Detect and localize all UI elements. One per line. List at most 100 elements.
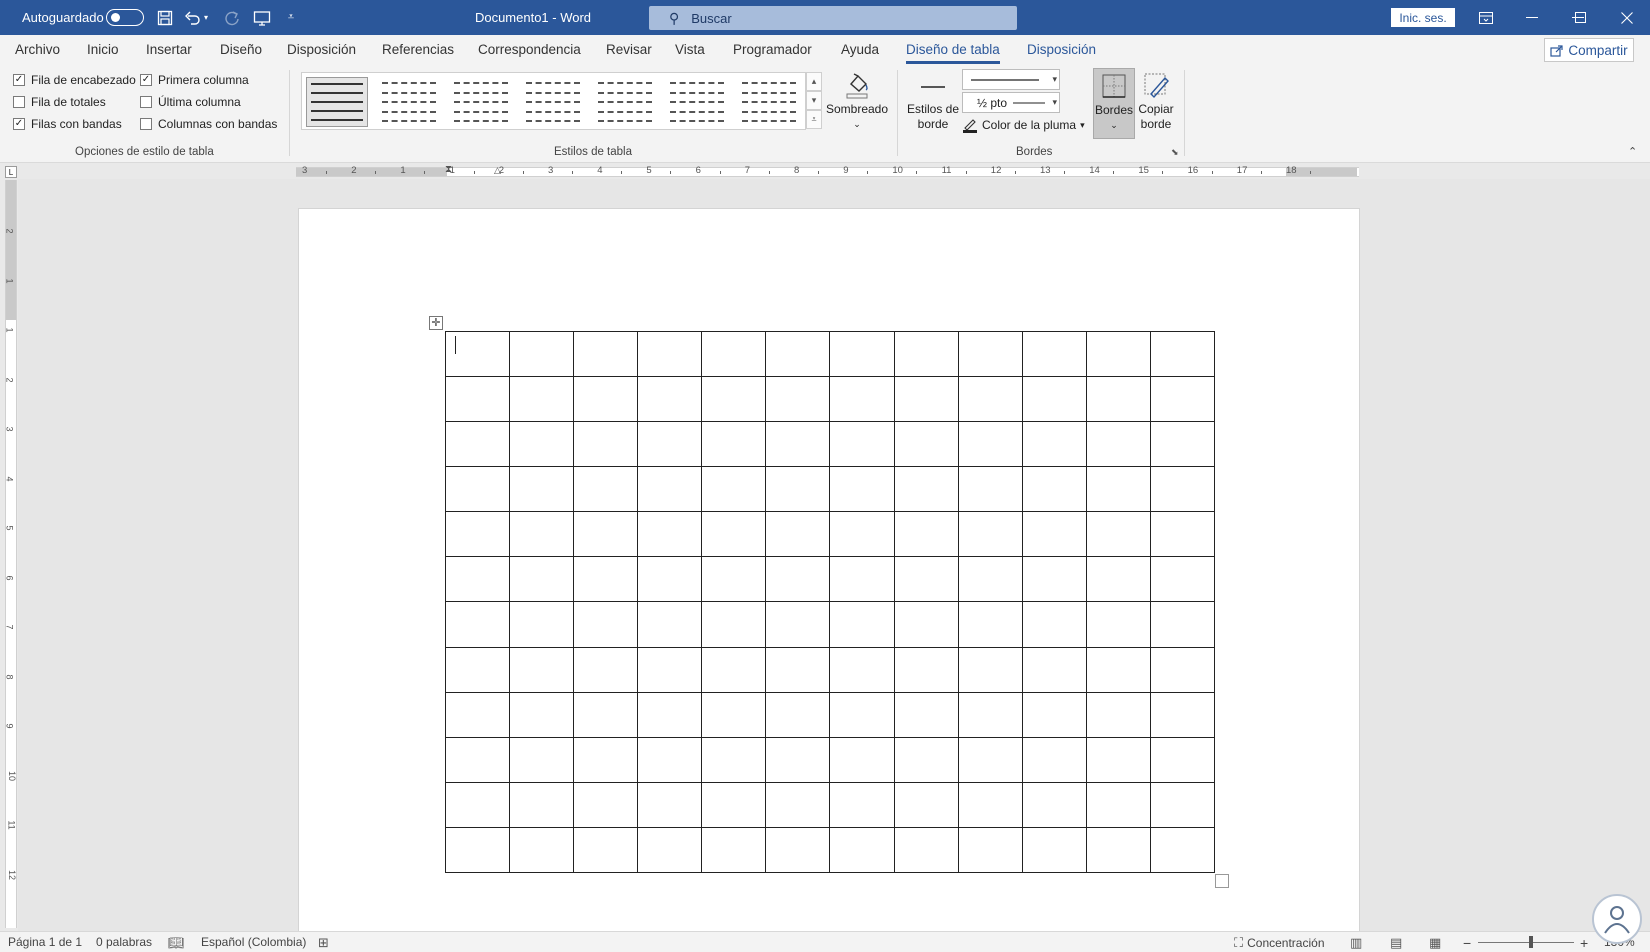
table-cell[interactable] bbox=[957, 330, 1023, 378]
table-cell[interactable] bbox=[637, 736, 703, 783]
table-style-option[interactable] bbox=[450, 77, 512, 127]
proofing-icon[interactable]: 📖︎ bbox=[168, 935, 185, 951]
undo-dropdown-icon[interactable]: ▾ bbox=[200, 0, 212, 35]
table-cell[interactable] bbox=[1149, 646, 1216, 693]
table-cell[interactable] bbox=[1085, 511, 1151, 558]
table-cell[interactable] bbox=[1149, 826, 1216, 874]
table-cell[interactable] bbox=[893, 330, 959, 378]
table-cell[interactable] bbox=[829, 376, 895, 423]
table-cell[interactable] bbox=[444, 376, 511, 423]
language[interactable]: Español (Colombia) bbox=[201, 935, 306, 949]
table-cell[interactable] bbox=[701, 646, 767, 693]
table-cell[interactable] bbox=[829, 691, 895, 738]
checkbox-header-row[interactable]: ✓ Fila de encabezado bbox=[13, 73, 136, 87]
table-cell[interactable] bbox=[957, 466, 1023, 513]
table-cell[interactable] bbox=[957, 601, 1023, 648]
table-cell[interactable] bbox=[765, 466, 831, 513]
table-cell[interactable] bbox=[765, 601, 831, 648]
table-cell[interactable] bbox=[1085, 556, 1151, 603]
tab-marker-icon[interactable]: △ bbox=[494, 165, 501, 176]
table-cell[interactable] bbox=[701, 330, 767, 378]
borders-button[interactable]: Bordes ⌄ bbox=[1093, 68, 1135, 139]
table-cell[interactable] bbox=[1085, 736, 1151, 783]
close-button[interactable] bbox=[1604, 0, 1650, 35]
table-cell[interactable] bbox=[957, 691, 1023, 738]
table-cell[interactable] bbox=[829, 646, 895, 693]
table-cell[interactable] bbox=[637, 601, 703, 648]
table-cell[interactable] bbox=[765, 826, 831, 874]
tab-revisar[interactable]: Revisar bbox=[606, 42, 652, 57]
table-style-option[interactable] bbox=[522, 77, 584, 127]
table-cell[interactable] bbox=[509, 826, 575, 874]
table-cell[interactable] bbox=[701, 781, 767, 828]
table-cell[interactable] bbox=[893, 511, 959, 558]
checkbox-banded-columns[interactable]: Columnas con bandas bbox=[140, 117, 277, 131]
accessibility-icon[interactable]: ⊞ bbox=[318, 935, 329, 951]
table-cell[interactable] bbox=[957, 421, 1023, 468]
table-cell[interactable] bbox=[701, 421, 767, 468]
redo-icon[interactable] bbox=[221, 0, 243, 35]
table-cell[interactable] bbox=[1021, 421, 1087, 468]
maximize-button[interactable] bbox=[1557, 0, 1603, 35]
table-cell[interactable] bbox=[957, 736, 1023, 783]
table-cell[interactable] bbox=[1149, 736, 1216, 783]
zoom-slider-thumb[interactable] bbox=[1529, 936, 1533, 948]
table-cell[interactable] bbox=[893, 826, 959, 874]
tab-inicio[interactable]: Inicio bbox=[87, 42, 119, 57]
table-cell[interactable] bbox=[637, 646, 703, 693]
table-cell[interactable] bbox=[573, 601, 639, 648]
table-cell[interactable] bbox=[957, 376, 1023, 423]
table-cell[interactable] bbox=[444, 646, 511, 693]
table-cell[interactable] bbox=[957, 556, 1023, 603]
tab-selector-icon[interactable]: L bbox=[5, 166, 17, 178]
line-style-dropdown[interactable]: ▾ bbox=[962, 69, 1060, 90]
table-cell[interactable] bbox=[637, 691, 703, 738]
table-cell[interactable] bbox=[1149, 601, 1216, 648]
border-styles-button[interactable]: Estilos de borde bbox=[906, 68, 960, 132]
table-cell[interactable] bbox=[1021, 511, 1087, 558]
collapse-ribbon-icon[interactable]: ⌃ bbox=[1628, 145, 1637, 158]
table-cell[interactable] bbox=[765, 691, 831, 738]
table-cell[interactable] bbox=[893, 466, 959, 513]
table-cell[interactable] bbox=[701, 736, 767, 783]
table-cell[interactable] bbox=[444, 736, 511, 783]
table-cell[interactable] bbox=[701, 466, 767, 513]
table-cell[interactable] bbox=[573, 826, 639, 874]
table-cell[interactable] bbox=[1149, 511, 1216, 558]
table-cell[interactable] bbox=[444, 511, 511, 558]
zoom-out-icon[interactable]: − bbox=[1463, 935, 1471, 951]
tab-programador[interactable]: Programador bbox=[733, 42, 812, 57]
table-cell[interactable] bbox=[444, 556, 511, 603]
table-cell[interactable] bbox=[765, 736, 831, 783]
table-cell[interactable] bbox=[444, 781, 511, 828]
table-cell[interactable] bbox=[957, 646, 1023, 693]
page-count[interactable]: Página 1 de 1 bbox=[8, 935, 82, 949]
table-cell[interactable] bbox=[444, 601, 511, 648]
table-cell[interactable] bbox=[573, 556, 639, 603]
share-button[interactable]: Compartir bbox=[1544, 38, 1634, 62]
table-cell[interactable] bbox=[1149, 781, 1216, 828]
table-cell[interactable] bbox=[1085, 646, 1151, 693]
document-table[interactable] bbox=[444, 330, 1216, 874]
tab-vista[interactable]: Vista bbox=[675, 42, 705, 57]
tab-correspondencia[interactable]: Correspondencia bbox=[478, 42, 581, 57]
read-mode-icon[interactable]: ▥ bbox=[1350, 935, 1362, 951]
table-cell[interactable] bbox=[765, 646, 831, 693]
table-cell[interactable] bbox=[444, 691, 511, 738]
table-move-handle-icon[interactable]: ✛ bbox=[429, 316, 443, 330]
line-weight-dropdown[interactable]: ½ pto ▾ bbox=[962, 92, 1060, 113]
shading-button[interactable]: Sombreado ⌄ bbox=[826, 68, 888, 132]
table-cell[interactable] bbox=[1085, 691, 1151, 738]
table-cell[interactable] bbox=[509, 646, 575, 693]
table-style-plain-grid[interactable] bbox=[306, 77, 368, 127]
table-cell[interactable] bbox=[957, 781, 1023, 828]
table-cell[interactable] bbox=[573, 421, 639, 468]
table-cell[interactable] bbox=[829, 601, 895, 648]
horizontal-ruler[interactable]: 3 2 1 1 2 3 4 5 6 7 8 9 10 11 12 13 14 15 16 17 18 ⧗ △ bbox=[296, 164, 1359, 177]
print-layout-icon[interactable]: ▤ bbox=[1390, 935, 1402, 951]
checkbox-first-column[interactable]: ✓ Primera columna bbox=[140, 73, 249, 87]
focus-mode-button[interactable]: ⛶ Concentración bbox=[1234, 935, 1325, 951]
table-cell[interactable] bbox=[1021, 330, 1087, 378]
table-cell[interactable] bbox=[573, 691, 639, 738]
table-cell[interactable] bbox=[765, 556, 831, 603]
